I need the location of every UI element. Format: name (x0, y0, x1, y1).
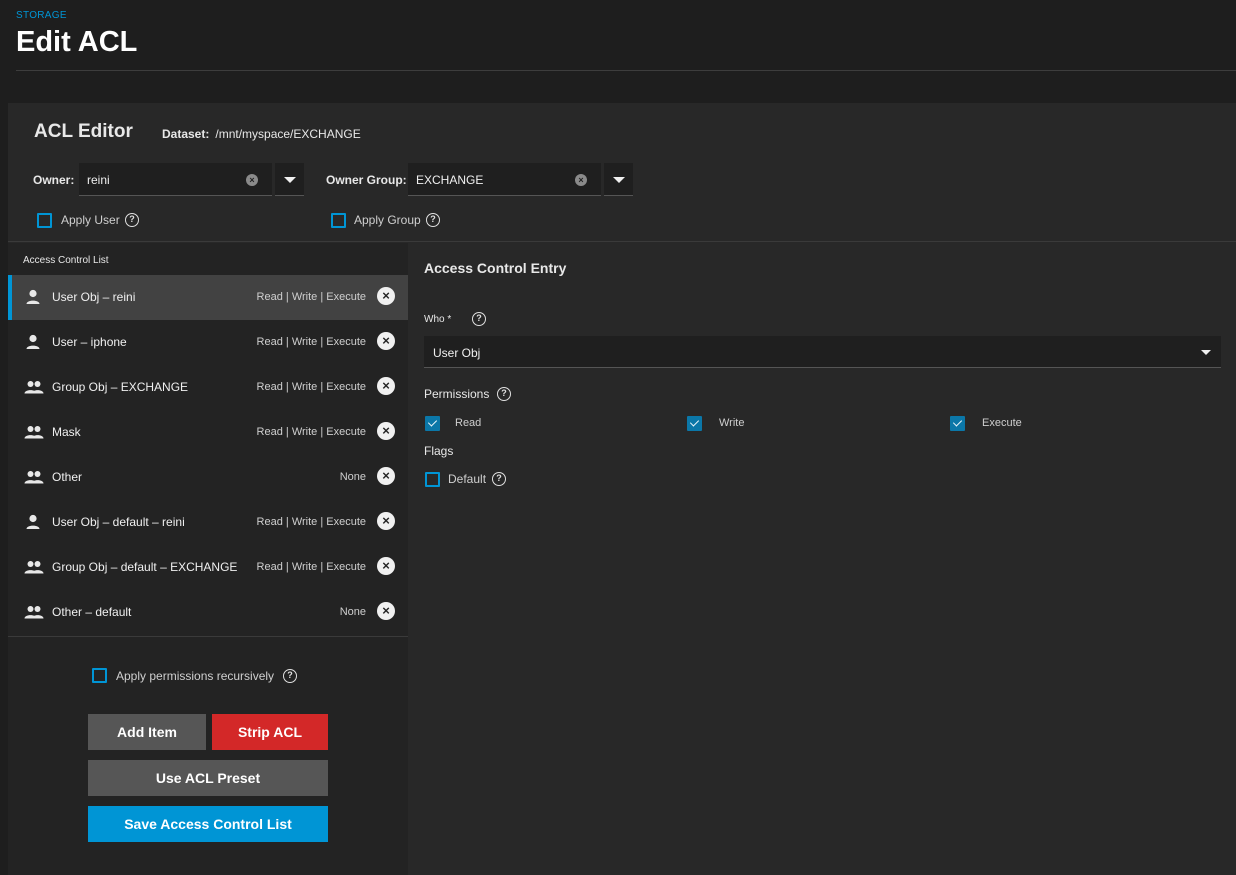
acl-list-item[interactable]: User Obj – reini Read | Write | Execute × (8, 275, 408, 320)
owner-group-clear-icon[interactable]: × (575, 174, 587, 186)
apply-recursive-label: Apply permissions recursively (116, 669, 275, 683)
who-help-icon[interactable]: ? (472, 312, 486, 326)
group-icon (24, 424, 44, 440)
acl-editor-top: ACL Editor Dataset: /mnt/myspace/EXCHANGE… (8, 103, 1236, 242)
apply-group-help-icon[interactable]: ? (426, 213, 440, 227)
remove-item-icon[interactable]: × (377, 287, 395, 305)
perm-read-checkbox[interactable] (425, 416, 440, 431)
group-icon (24, 469, 44, 485)
apply-user-label: Apply User (61, 213, 120, 227)
ace-panel: Access Control Entry Who * ? User Obj Pe… (408, 243, 1236, 875)
acl-list-item[interactable]: Other – default None × (8, 590, 408, 635)
owner-group-value: EXCHANGE (416, 173, 484, 187)
strip-acl-button[interactable]: Strip ACL (212, 714, 328, 750)
acl-item-name: Other (52, 470, 83, 484)
acl-list-item[interactable]: Group Obj – EXCHANGE Read | Write | Execu… (8, 365, 408, 410)
acl-item-permissions: Read | Write | Execute (256, 561, 366, 573)
flags-label: Flags (424, 444, 454, 458)
page-title: Edit ACL (16, 26, 138, 58)
dataset-info: Dataset: /mnt/myspace/EXCHANGE (162, 127, 361, 141)
owner-input[interactable]: reini × (79, 163, 272, 196)
perm-write-checkbox[interactable] (687, 416, 702, 431)
acl-item-name: Mask (52, 425, 81, 439)
add-item-button[interactable]: Add Item (88, 714, 206, 750)
acl-item-name: User Obj – default – reini (52, 515, 185, 529)
owner-group-input[interactable]: EXCHANGE × (408, 163, 601, 196)
user-icon (24, 289, 42, 305)
user-icon (24, 514, 42, 530)
remove-item-icon[interactable]: × (377, 422, 395, 440)
acl-item-name: Other – default (52, 605, 132, 619)
acl-editor-card: ACL Editor Dataset: /mnt/myspace/EXCHANGE… (8, 103, 1236, 875)
dataset-label: Dataset: (162, 127, 210, 141)
group-icon (24, 604, 44, 620)
perm-write-label: Write (719, 417, 745, 429)
apply-user-checkbox[interactable] (37, 213, 52, 228)
remove-item-icon[interactable]: × (377, 467, 395, 485)
page-header: STORAGE Edit ACL (16, 0, 1236, 71)
remove-item-icon[interactable]: × (377, 512, 395, 530)
group-icon (24, 379, 44, 395)
acl-list-item[interactable]: Other None × (8, 455, 408, 500)
use-acl-preset-button[interactable]: Use ACL Preset (88, 760, 328, 796)
apply-recursive-checkbox[interactable] (92, 668, 107, 683)
acl-item-name: User Obj – reini (52, 290, 136, 304)
permissions-label: Permissions (424, 387, 490, 401)
who-value: User Obj (433, 346, 481, 360)
flag-default-checkbox[interactable] (425, 472, 440, 487)
apply-group-label: Apply Group (354, 213, 421, 227)
acl-item-name: Group Obj – default – EXCHANGE (52, 560, 238, 574)
who-select[interactable]: User Obj (424, 336, 1221, 368)
user-icon (24, 334, 42, 350)
acl-item-name: User – iphone (52, 335, 127, 349)
perm-execute-label: Execute (982, 417, 1022, 429)
acl-list-header: Access Control List (23, 255, 109, 266)
flag-default-help-icon[interactable]: ? (492, 472, 506, 486)
group-icon (24, 559, 44, 575)
acl-list-item[interactable]: Mask Read | Write | Execute × (8, 410, 408, 455)
remove-item-icon[interactable]: × (377, 332, 395, 350)
acl-item-permissions: Read | Write | Execute (256, 516, 366, 528)
owner-dropdown-button[interactable] (275, 163, 304, 196)
owner-clear-icon[interactable]: × (246, 174, 258, 186)
acl-list: User Obj – reini Read | Write | Execute × U… (8, 275, 408, 637)
acl-item-permissions: None (339, 471, 366, 483)
acl-item-permissions: Read | Write | Execute (256, 381, 366, 393)
acl-list-item[interactable]: User – iphone Read | Write | Execute × (8, 320, 408, 365)
acl-list-item[interactable]: Group Obj – default – EXCHANGE Read | Wri… (8, 545, 408, 590)
apply-recursive-help-icon[interactable]: ? (283, 669, 297, 683)
chevron-down-icon (1201, 350, 1211, 355)
acl-item-name: Group Obj – EXCHANGE (52, 380, 189, 394)
editor-title: ACL Editor (34, 121, 133, 142)
acl-item-permissions: Read | Write | Execute (256, 336, 366, 348)
who-label: Who * (424, 314, 452, 325)
acl-list-panel: Access Control List User Obj – reini Read… (8, 243, 408, 875)
ace-title: Access Control Entry (424, 260, 567, 276)
owner-group-dropdown-button[interactable] (604, 163, 633, 196)
apply-user-help-icon[interactable]: ? (125, 213, 139, 227)
save-acl-button[interactable]: Save Access Control List (88, 806, 328, 842)
permissions-help-icon[interactable]: ? (497, 387, 511, 401)
acl-list-item[interactable]: User Obj – default – reini Read | Write |… (8, 500, 408, 545)
owner-group-label: Owner Group: (326, 173, 407, 187)
owner-label: Owner: (33, 173, 75, 187)
acl-item-permissions: None (339, 606, 366, 618)
apply-group-checkbox[interactable] (331, 213, 346, 228)
perm-execute-checkbox[interactable] (950, 416, 965, 431)
remove-item-icon[interactable]: × (377, 557, 395, 575)
breadcrumb[interactable]: STORAGE (16, 10, 67, 21)
remove-item-icon[interactable]: × (377, 602, 395, 620)
flag-default-label: Default (448, 472, 487, 486)
perm-read-label: Read (455, 417, 482, 429)
remove-item-icon[interactable]: × (377, 377, 395, 395)
dataset-path: /mnt/myspace/EXCHANGE (215, 127, 361, 141)
owner-value: reini (87, 173, 110, 187)
acl-item-permissions: Read | Write | Execute (256, 426, 366, 438)
acl-item-permissions: Read | Write | Execute (256, 291, 366, 303)
